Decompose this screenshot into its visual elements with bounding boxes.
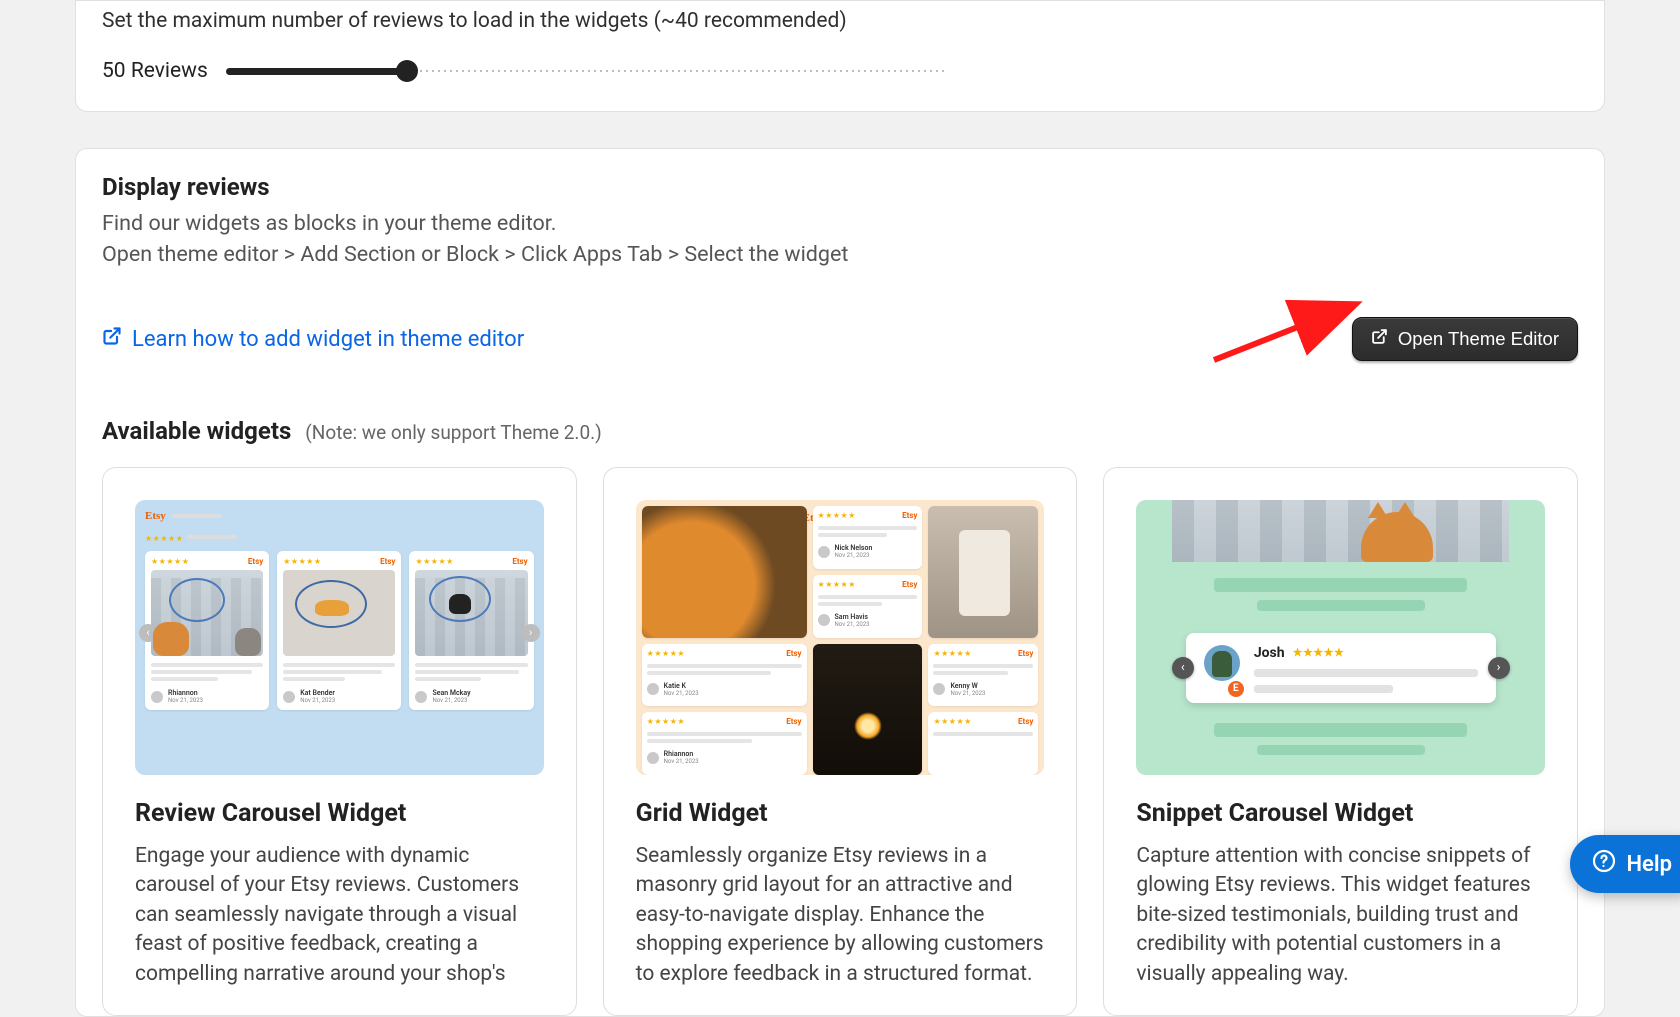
widget-description: Engage your audience with dynamic carous… (135, 842, 544, 989)
preview-nav-next-icon: › (522, 624, 540, 642)
widget-title: Snippet Carousel Widget (1136, 799, 1545, 828)
available-widgets-title: Available widgets (102, 417, 291, 445)
widget-preview-carousel: Etsy ★★★★★ ‹ ★★★★★Etsy RhiannonNo (135, 500, 544, 775)
help-icon (1592, 849, 1616, 879)
learn-add-widget-link[interactable]: Learn how to add widget in theme editor (102, 326, 524, 352)
display-reviews-card: Display reviews Find our widgets as bloc… (75, 148, 1605, 1017)
display-reviews-subtitle-2: Open theme editor > Add Section or Block… (102, 242, 1578, 267)
external-link-icon (1371, 328, 1388, 350)
help-button[interactable]: Help (1570, 835, 1680, 893)
preview-nav-prev-icon: ‹ (1172, 657, 1194, 679)
widget-title: Review Carousel Widget (135, 799, 544, 828)
external-link-icon (102, 326, 122, 352)
preview-nav-next-icon: › (1488, 657, 1510, 679)
max-reviews-slider[interactable] (226, 60, 946, 82)
help-button-label: Help (1626, 852, 1672, 877)
widget-preview-grid: Etsy ★★★★★EtsyNick NelsonNov 21, 2023 ★★… (636, 500, 1045, 775)
widget-card-snippet[interactable]: ‹ E Josh★★★★★ › (1103, 467, 1578, 1016)
widget-card-carousel[interactable]: Etsy ★★★★★ ‹ ★★★★★Etsy RhiannonNo (102, 467, 577, 1016)
display-reviews-subtitle-1: Find our widgets as blocks in your theme… (102, 211, 1578, 236)
display-reviews-title: Display reviews (102, 149, 1578, 201)
widget-preview-snippet: ‹ E Josh★★★★★ › (1136, 500, 1545, 775)
learn-add-widget-link-text: Learn how to add widget in theme editor (132, 327, 524, 352)
open-theme-editor-label: Open Theme Editor (1398, 328, 1559, 350)
settings-card: Set the maximum number of reviews to loa… (75, 0, 1605, 112)
widget-card-grid[interactable]: Etsy ★★★★★EtsyNick NelsonNov 21, 2023 ★★… (603, 467, 1078, 1016)
slider-thumb[interactable] (396, 60, 418, 82)
widget-description: Seamlessly organize Etsy reviews in a ma… (636, 842, 1045, 989)
open-theme-editor-button[interactable]: Open Theme Editor (1352, 317, 1578, 361)
widget-title: Grid Widget (636, 799, 1045, 828)
max-reviews-description: Set the maximum number of reviews to loa… (102, 5, 1578, 33)
slider-fill (226, 68, 403, 75)
available-widgets-note: (Note: we only support Theme 2.0.) (305, 421, 601, 444)
widget-description: Capture attention with concise snippets … (1136, 842, 1545, 989)
slider-value-label: 50 Reviews (102, 59, 208, 83)
